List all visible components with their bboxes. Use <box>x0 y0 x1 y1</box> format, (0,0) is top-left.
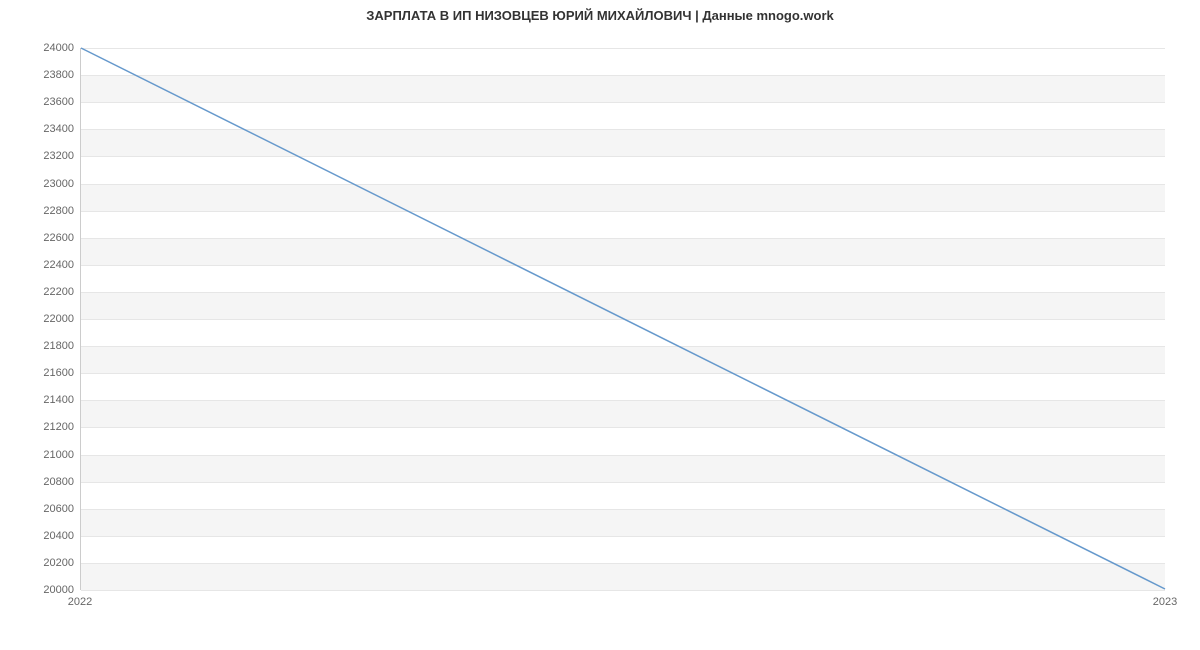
y-tick-label: 23400 <box>4 123 74 135</box>
y-tick-label: 22000 <box>4 313 74 325</box>
y-tick-label: 23800 <box>4 69 74 81</box>
x-tick-label: 2023 <box>1153 596 1177 608</box>
chart-title: ЗАРПЛАТА В ИП НИЗОВЦЕВ ЮРИЙ МИХАЙЛОВИЧ |… <box>0 8 1200 23</box>
y-tick-label: 20600 <box>4 503 74 515</box>
gridline <box>81 590 1165 591</box>
y-tick-label: 21200 <box>4 421 74 433</box>
y-tick-label: 20800 <box>4 476 74 488</box>
plot-area <box>80 48 1165 590</box>
y-tick-label: 21000 <box>4 449 74 461</box>
y-tick-label: 23000 <box>4 178 74 190</box>
chart-container: ЗАРПЛАТА В ИП НИЗОВЦЕВ ЮРИЙ МИХАЙЛОВИЧ |… <box>0 0 1200 650</box>
y-tick-label: 22400 <box>4 259 74 271</box>
y-tick-label: 21400 <box>4 394 74 406</box>
x-tick-label: 2022 <box>68 596 92 608</box>
y-tick-label: 21800 <box>4 340 74 352</box>
line-layer <box>81 48 1165 589</box>
y-tick-label: 20200 <box>4 557 74 569</box>
y-tick-label: 22200 <box>4 286 74 298</box>
y-tick-label: 22600 <box>4 232 74 244</box>
y-tick-label: 20000 <box>4 584 74 596</box>
y-tick-label: 24000 <box>4 42 74 54</box>
series-line <box>81 48 1165 589</box>
y-tick-label: 23600 <box>4 96 74 108</box>
y-tick-label: 23200 <box>4 150 74 162</box>
y-tick-label: 22800 <box>4 205 74 217</box>
y-tick-label: 21600 <box>4 367 74 379</box>
y-tick-label: 20400 <box>4 530 74 542</box>
